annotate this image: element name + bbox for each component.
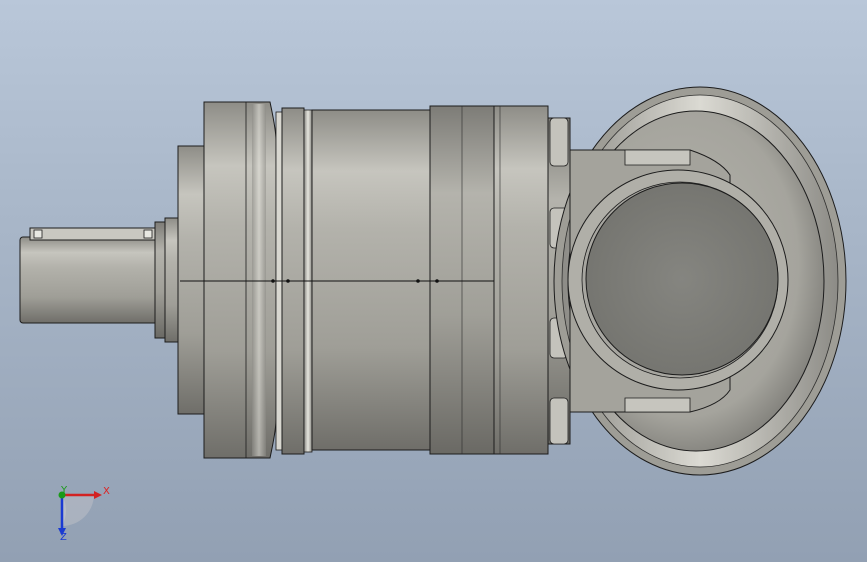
gear-reducer-model[interactable]	[0, 0, 867, 562]
main-flange[interactable]	[203, 101, 277, 459]
gearbox-body[interactable]	[311, 105, 549, 455]
coordinate-triad[interactable]: X Y Z	[40, 478, 120, 548]
output-shaft[interactable]	[19, 217, 180, 343]
x-axis-label: X	[103, 486, 110, 497]
y-axis-label: Y	[61, 485, 68, 496]
cad-viewport[interactable]: X Y Z	[0, 0, 867, 562]
pilot-flange[interactable]	[177, 145, 207, 415]
input-bore[interactable]	[567, 169, 789, 391]
z-axis-label: Z	[60, 532, 67, 543]
